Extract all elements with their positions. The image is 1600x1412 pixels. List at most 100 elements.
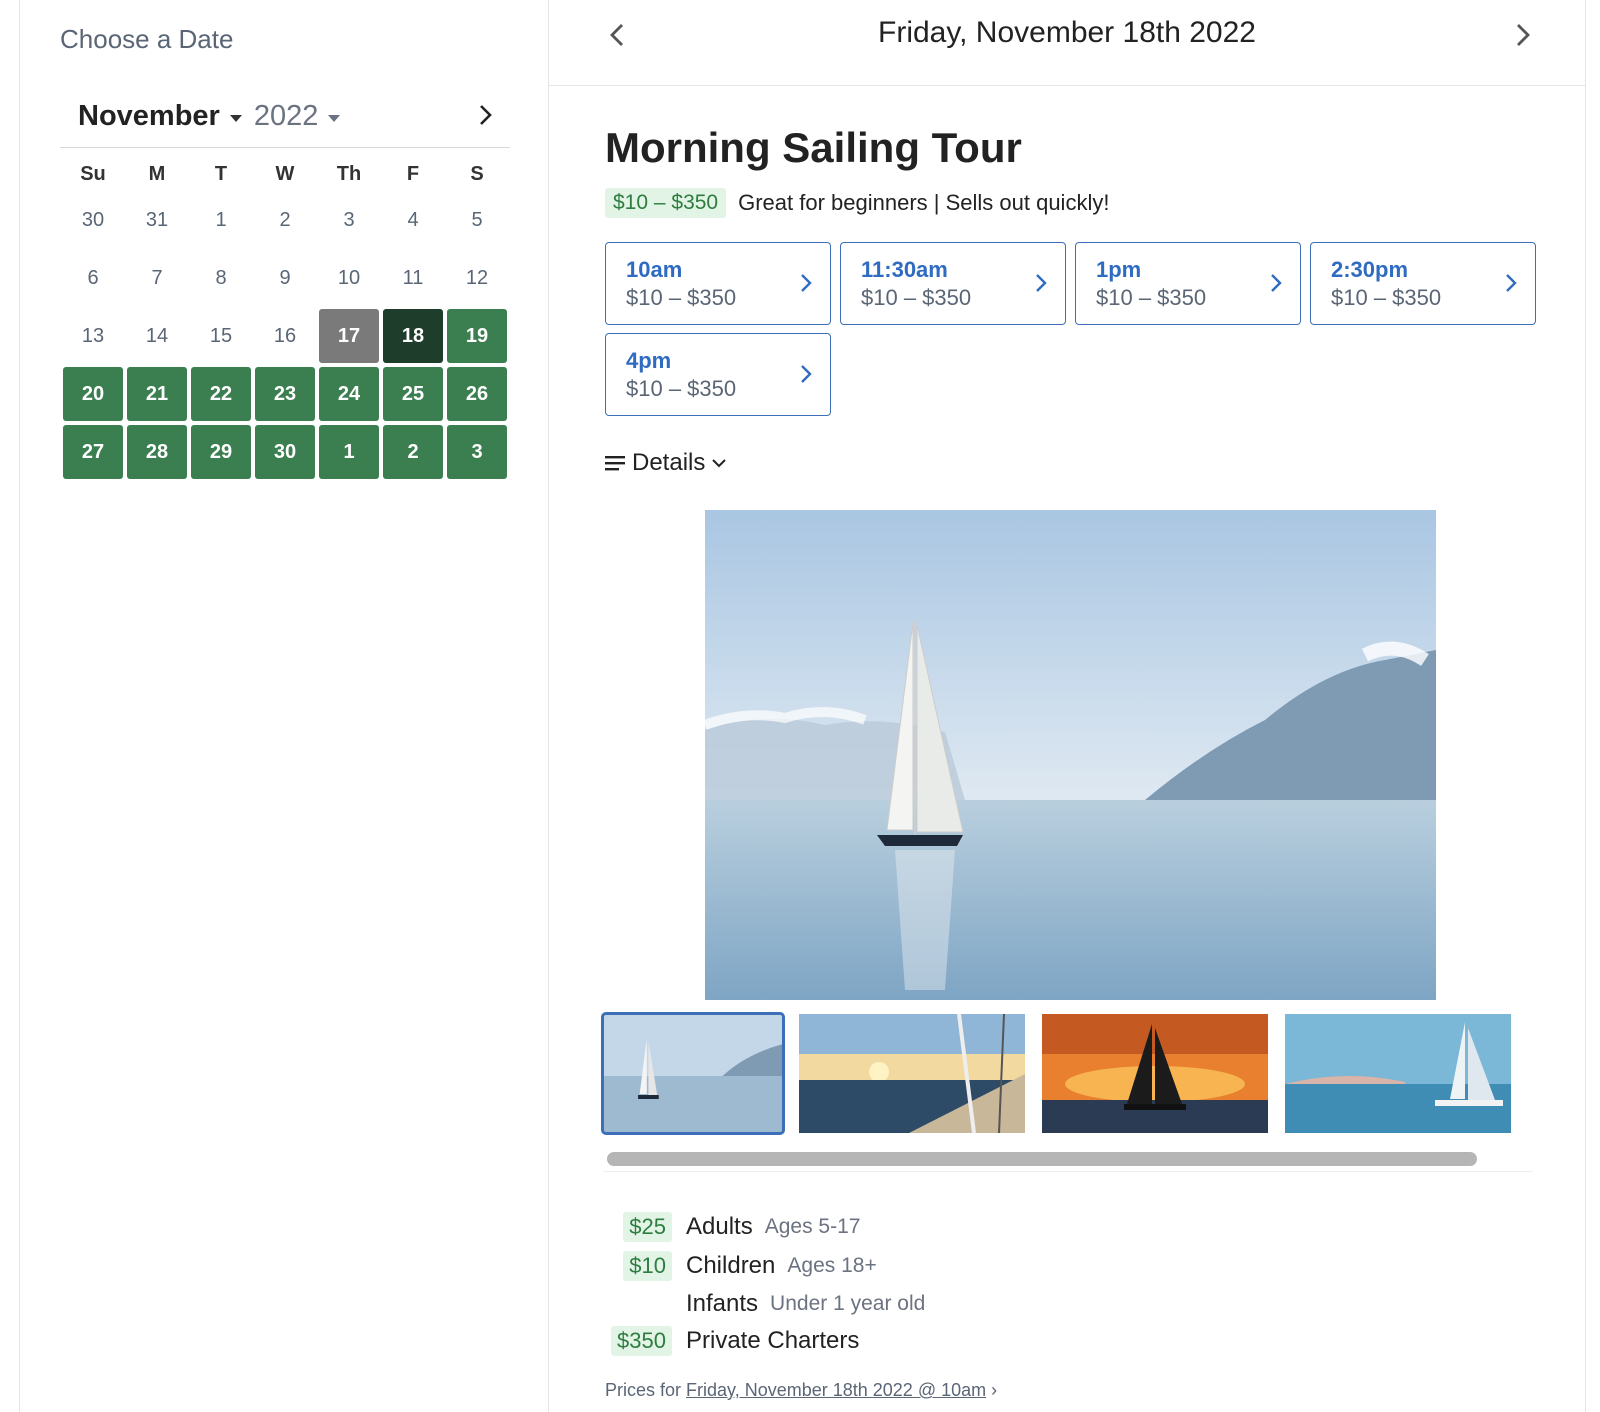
- price-row: $25 Adults Ages 5-17: [605, 1211, 860, 1243]
- calendar-day-muted: 15: [209, 324, 233, 347]
- calendar-day-muted: 10: [337, 266, 361, 289]
- chevron-right-icon: [801, 365, 812, 383]
- price-amount: $25: [623, 1212, 672, 1242]
- slot-price: $10 – $350: [861, 285, 972, 310]
- gallery-thumbnail[interactable]: [1285, 1014, 1511, 1133]
- sailboat-calm-lake-image: [603, 1014, 783, 1133]
- sailboat-photo: [705, 510, 1436, 1000]
- calendar-day-today: 17: [319, 309, 379, 363]
- year-dropdown[interactable]: 2022: [254, 100, 341, 133]
- price-label: Infants: [686, 1290, 759, 1317]
- calendar-day-selected[interactable]: 18: [383, 309, 443, 363]
- gallery-thumbnail[interactable]: [601, 1012, 785, 1135]
- gallery-thumbnail[interactable]: [1042, 1014, 1268, 1133]
- slot-time: 10am: [626, 257, 683, 282]
- price-amount: $350: [611, 1326, 672, 1356]
- chevron-right-icon: [1036, 274, 1047, 292]
- weekday-header: S: [470, 162, 484, 185]
- main-photo: [705, 510, 1436, 1000]
- time-slot-button[interactable]: 4pm $10 – $350: [605, 333, 831, 416]
- price-row: $350 Private Charters: [605, 1325, 859, 1357]
- price-badge-wrap: $10: [605, 1251, 672, 1281]
- tour-tags: $10 – $350 Great for beginners | Sells o…: [605, 188, 1109, 218]
- weekday-header: W: [275, 162, 295, 185]
- calendar-day-avail[interactable]: 23: [255, 367, 315, 421]
- month-caret-icon: [229, 114, 242, 122]
- next-month-button[interactable]: [470, 100, 500, 130]
- slot-time: 11:30am: [861, 257, 948, 282]
- details-label: Details: [632, 449, 706, 476]
- selected-date-title: Friday, November 18th 2022: [878, 16, 1256, 49]
- gallery-thumbnail[interactable]: [799, 1014, 1025, 1133]
- sunset-from-deck-image: [799, 1014, 1025, 1133]
- chevron-right-icon: [1506, 274, 1517, 292]
- calendar-grid: Su M T W Th F S 30 31 1 2 3 4 5 6 7 8 9 10 11 12 13 14 15 16 17 18…: [63, 155, 509, 483]
- calendar-day-avail[interactable]: 3: [447, 425, 507, 479]
- calendar-day-avail[interactable]: 25: [383, 367, 443, 421]
- chevron-right-icon: [480, 105, 492, 125]
- calendar-day-avail[interactable]: 1: [319, 425, 379, 479]
- calendar-day-avail[interactable]: 26: [447, 367, 507, 421]
- time-slot-button[interactable]: 1pm $10 – $350: [1075, 242, 1301, 325]
- right-border: [1585, 0, 1586, 1412]
- calendar-day-muted: 8: [215, 266, 227, 289]
- weekday-header: T: [214, 162, 228, 185]
- left-border: [19, 0, 20, 1412]
- prices-for-prefix: Prices for: [605, 1380, 687, 1400]
- calendar-day-muted: 14: [145, 324, 169, 347]
- gallery-scroll-thumb[interactable]: [607, 1152, 1477, 1166]
- weekday-header: M: [148, 162, 166, 185]
- price-row: Infants Under 1 year old: [605, 1288, 925, 1320]
- catamaran-orange-sunset-image: [1042, 1014, 1268, 1133]
- choose-date-title: Choose a Date: [60, 24, 234, 54]
- price-note: Under 1 year old: [770, 1292, 926, 1315]
- prices-for-note: Prices for Friday, November 18th 2022 @ …: [605, 1380, 997, 1401]
- weekday-header: Th: [336, 162, 362, 185]
- price-note: Ages 18+: [787, 1254, 877, 1277]
- slot-price: $10 – $350: [1331, 285, 1442, 310]
- details-toggle[interactable]: Details: [605, 449, 727, 477]
- menu-lines-icon: [605, 456, 625, 471]
- calendar-day-muted: 2: [279, 208, 291, 231]
- price-note: Ages 5-17: [764, 1215, 861, 1238]
- calendar-day-muted: 30: [81, 208, 105, 231]
- price-badge-wrap: $350: [605, 1326, 672, 1356]
- prices-for-suffix: ›: [986, 1380, 998, 1400]
- chevron-down-icon: [712, 459, 727, 468]
- calendar-day-muted: 13: [81, 324, 105, 347]
- slot-time: 1pm: [1096, 257, 1142, 282]
- slot-price: $10 – $350: [626, 285, 737, 310]
- calendar-day-avail[interactable]: 29: [191, 425, 251, 479]
- price-row: $10 Children Ages 18+: [605, 1250, 877, 1282]
- calendar-day-avail[interactable]: 28: [127, 425, 187, 479]
- calendar-day-avail[interactable]: 24: [319, 367, 379, 421]
- panel-divider: [548, 0, 549, 1412]
- month-label: November: [78, 99, 220, 132]
- time-slot-button[interactable]: 2:30pm $10 – $350: [1310, 242, 1536, 325]
- year-label: 2022: [253, 99, 319, 132]
- month-dropdown[interactable]: November: [78, 100, 242, 133]
- month-year-selector: November 2022: [78, 96, 510, 136]
- calendar-day-avail[interactable]: 27: [63, 425, 123, 479]
- date-header: Friday, November 18th 2022: [549, 0, 1585, 86]
- next-day-button[interactable]: [1505, 18, 1539, 52]
- calendar-day-muted: 31: [145, 208, 169, 231]
- prices-for-link[interactable]: Friday, November 18th 2022 @ 10am: [686, 1380, 986, 1400]
- calendar-day-muted: 16: [273, 324, 297, 347]
- calendar-day-avail[interactable]: 30: [255, 425, 315, 479]
- time-slot-button[interactable]: 11:30am $10 – $350: [840, 242, 1066, 325]
- chevron-right-icon: [1517, 24, 1530, 46]
- chevron-right-icon: [1271, 274, 1282, 292]
- calendar-day-avail[interactable]: 20: [63, 367, 123, 421]
- slot-price: $10 – $350: [1096, 285, 1207, 310]
- slot-time: 4pm: [626, 348, 672, 373]
- calendar-day-muted: 7: [151, 266, 163, 289]
- calendar-day-avail[interactable]: 21: [127, 367, 187, 421]
- calendar-rule: [60, 147, 510, 148]
- calendar-day-avail[interactable]: 22: [191, 367, 251, 421]
- calendar-day-avail[interactable]: 2: [383, 425, 443, 479]
- calendar-day-avail[interactable]: 19: [447, 309, 507, 363]
- slot-time: 2:30pm: [1331, 257, 1409, 282]
- time-slot-button[interactable]: 10am $10 – $350: [605, 242, 831, 325]
- weekday-header: F: [406, 162, 420, 185]
